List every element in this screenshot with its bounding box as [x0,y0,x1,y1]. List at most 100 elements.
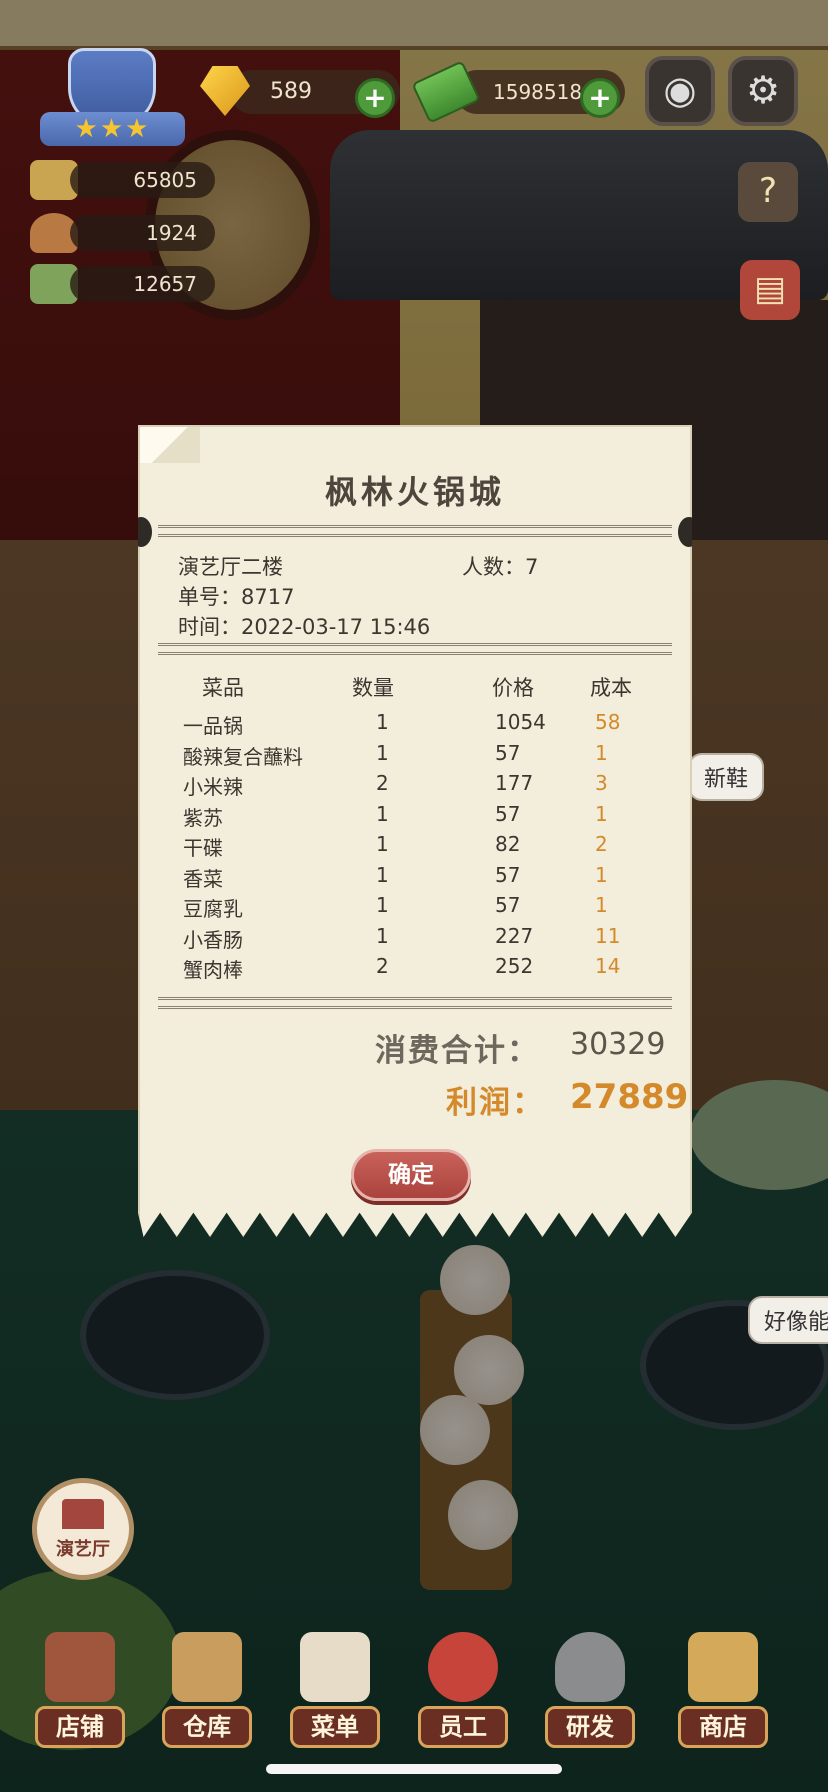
item-name: 小米辣 [183,775,243,799]
stage-icon [62,1499,104,1529]
item-price: 177 [495,771,534,795]
camera-button[interactable]: ◉ [645,56,715,126]
item-row: 小米辣 2 177 3 [140,771,690,802]
item-cost: 1 [595,862,608,887]
item-name: 香菜 [183,866,223,891]
nav-warehouse[interactable]: 仓库 [152,1620,262,1760]
item-price: 82 [495,832,521,856]
add-cash-button[interactable]: + [580,78,620,118]
nav-shop[interactable]: 店铺 [25,1620,135,1760]
item-qty: 1 [376,893,389,917]
help-book-button[interactable]: ? [738,162,798,222]
item-cost: 1 [595,801,608,826]
cash-value: 1598518 [493,80,583,104]
item-qty: 1 [376,923,389,948]
stat-row-service: 1924 [30,211,215,255]
nav-label: 仓库 [162,1706,252,1748]
star-rating: ★★★ [40,112,185,146]
recipe-book-button[interactable]: ▤ [740,260,800,320]
nav-label: 商店 [678,1706,768,1748]
item-row: 紫苏 1 57 1 [140,802,690,833]
divider-middle [158,643,672,655]
stat-value: 1924 [70,215,215,251]
stat-row-seats: 65805 [30,158,215,202]
order-number-text: 单号：8717 [178,585,295,609]
item-row: 干碟 1 82 2 [140,832,690,863]
item-cost: 1 [595,740,608,765]
item-cost: 2 [595,832,608,856]
profit-value: 27889 [570,1077,689,1117]
item-price: 57 [495,862,521,887]
item-row: 豆腐乳 1 57 1 [140,893,690,924]
store-stall-icon [688,1632,758,1702]
stat-value: 12657 [70,266,215,302]
stat-row-book: 12657 [30,262,215,306]
item-cost: 11 [595,923,621,948]
item-price: 57 [495,740,521,765]
add-gems-button[interactable]: + [355,78,395,118]
item-qty: 2 [376,771,389,795]
item-row: 小香肠 1 227 11 [140,924,690,955]
item-qty: 1 [376,710,389,734]
venue-switch-button[interactable]: 演艺厅 [32,1478,134,1580]
item-qty: 2 [376,954,389,978]
header-qty: 数量 [352,676,394,700]
nav-store[interactable]: 商店 [668,1620,778,1760]
item-price: 57 [495,893,521,917]
item-name: 一品锅 [183,714,243,738]
total-label: 消费合计： [375,1033,540,1069]
level-badge[interactable]: ★★★ [40,48,185,148]
restaurant-name: 枫林火锅城 [324,473,505,511]
nav-research[interactable]: 研发 [535,1620,645,1760]
item-price: 227 [495,923,534,948]
item-row: 香菜 1 57 1 [140,863,690,894]
confirm-button[interactable]: 确定 [351,1149,471,1201]
item-name: 小香肠 [183,927,243,952]
nav-label: 研发 [545,1706,635,1748]
guests-text: 人数：7 [462,555,539,579]
item-qty: 1 [376,801,389,826]
location-text: 演艺厅二楼 [178,555,283,579]
venue-label: 演艺厅 [56,1539,110,1560]
nav-label: 员工 [418,1706,508,1748]
bottom-nav: 店铺 仓库 菜单 员工 研发 商店 [0,1620,828,1760]
speech-bubble-new-shoes: 新鞋 [688,753,765,801]
shop-building-icon [45,1632,115,1702]
divider-top [158,525,672,537]
time-text: 时间：2022-03-17 15:46 [178,615,431,639]
header-cost: 成本 [590,676,632,700]
item-row: 酸辣复合蘸料 1 57 1 [140,741,690,772]
item-row: 蟹肉棒 2 252 14 [140,954,690,985]
profit-label: 利润： [446,1085,545,1121]
header-dish: 菜品 [202,676,244,700]
home-indicator[interactable] [266,1764,562,1774]
item-name: 酸辣复合蘸料 [183,744,303,769]
research-wok-icon [555,1632,625,1702]
item-name: 紫苏 [183,805,223,830]
nav-menu[interactable]: 菜单 [280,1620,390,1760]
divider-bottom [158,997,672,1009]
warehouse-boxes-icon [172,1632,242,1702]
item-name: 干碟 [183,836,223,860]
total-value: 30329 [570,1027,666,1062]
item-name: 蟹肉棒 [183,958,243,982]
item-qty: 1 [376,862,389,887]
staff-chef-icon [428,1632,498,1702]
item-cost: 3 [595,771,608,795]
settings-button[interactable]: ⚙ [728,56,798,126]
recipe-book-icon: ▤ [753,269,787,309]
gems-value: 589 [270,79,312,104]
camera-icon: ◉ [663,68,697,112]
nav-label: 店铺 [35,1706,125,1748]
nav-label: 菜单 [290,1706,380,1748]
item-qty: 1 [376,832,389,856]
paper-corner-fold [140,427,200,463]
stat-value: 65805 [70,162,215,198]
item-cost: 14 [595,954,621,978]
item-price: 252 [495,954,534,978]
item-price: 57 [495,801,521,826]
header-price: 价格 [492,676,534,700]
item-row: 一品锅 1 1054 58 [140,710,690,741]
nav-staff[interactable]: 员工 [408,1620,518,1760]
item-list: 一品锅 1 1054 58 酸辣复合蘸料 1 57 1 小米辣 2 177 3 紫苏 1 57 1 干碟 1 82 2… [140,710,690,985]
